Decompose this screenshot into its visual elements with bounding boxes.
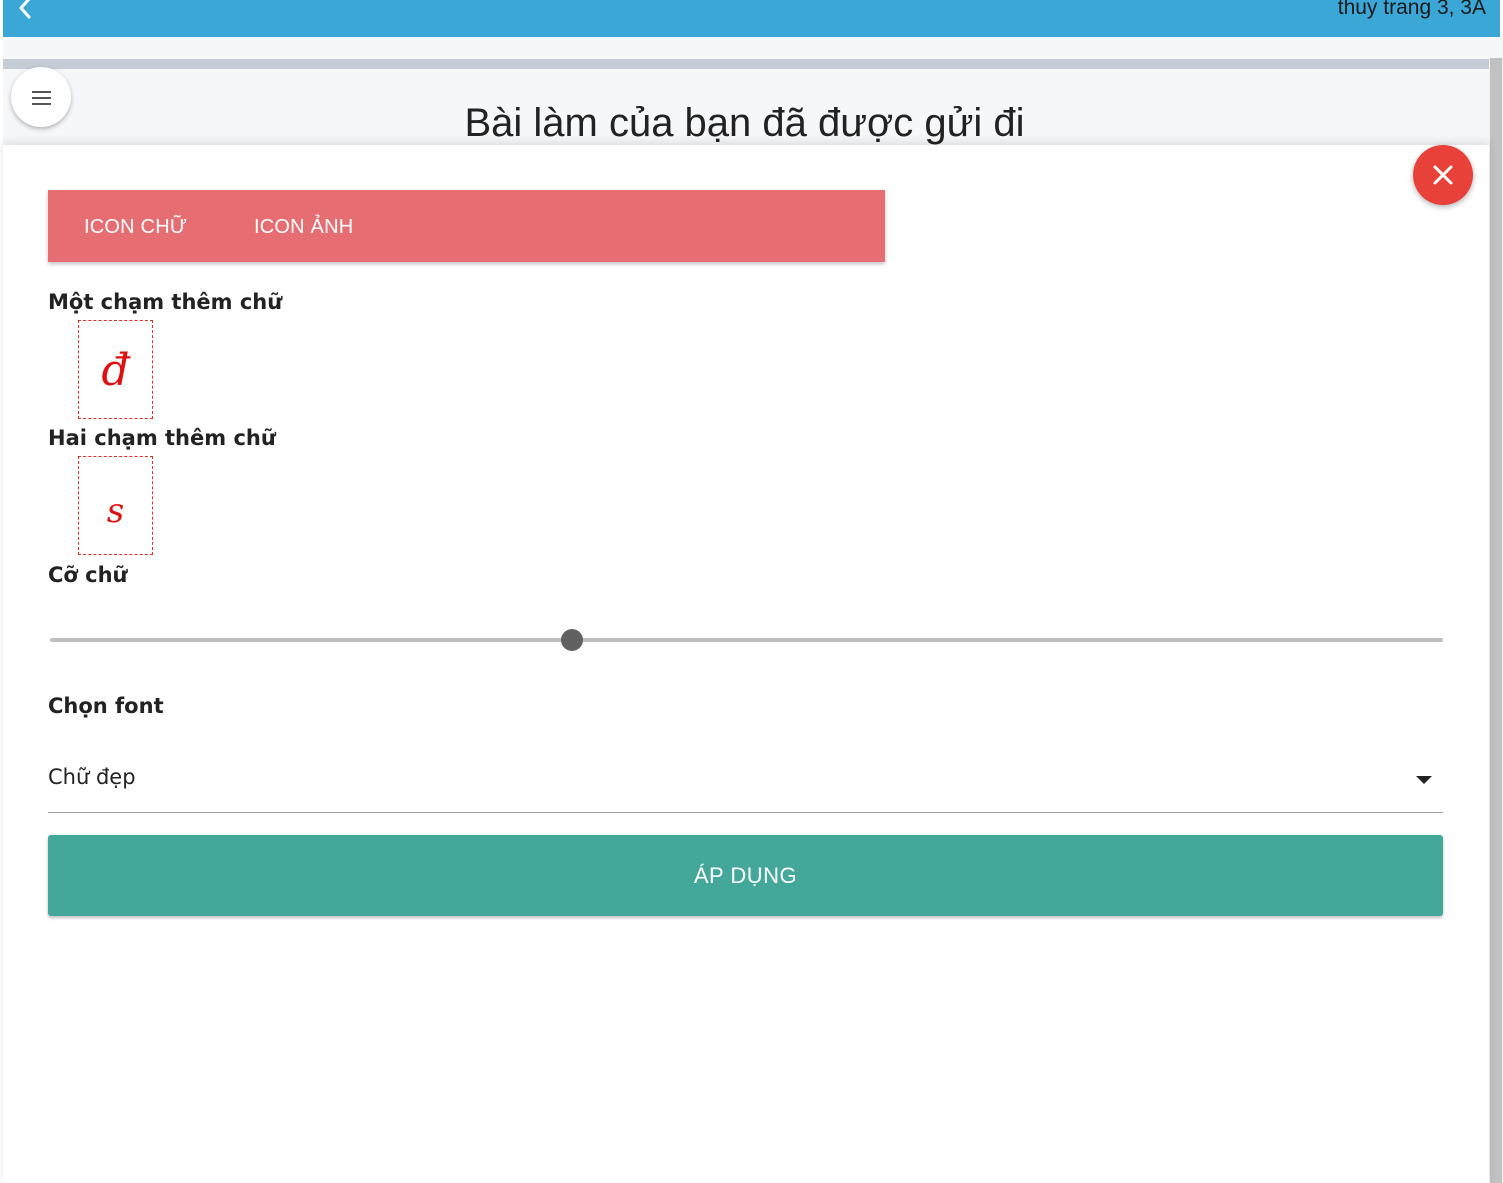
slider-track [50,638,1443,642]
apply-button[interactable]: ÁP DỤNG [48,835,1443,916]
menu-button[interactable] [11,67,71,127]
tab-icon-image[interactable]: ICON ẢNH [254,190,353,262]
slider-thumb[interactable] [561,629,583,651]
user-label: thuy trang 3, 3A [1337,0,1486,19]
font-size-slider[interactable] [50,626,1443,656]
page-header-divider [3,59,1489,69]
tab-icon-text[interactable]: ICON CHỮ [84,190,187,262]
font-size-label: Cỡ chữ [48,563,128,587]
font-select-value: Chữ đẹp [48,765,136,789]
two-touch-glyph: s [106,491,125,531]
icon-tabs: ICON CHỮ ICON ẢNH [48,190,885,262]
chevron-left-icon[interactable] [17,0,35,19]
two-touch-label: Hai chạm thêm chữ [48,426,276,450]
caret-down-icon [1416,776,1432,784]
top-app-bar: thuy trang 3, 3A [3,0,1500,37]
close-sheet-button[interactable] [1413,145,1473,205]
font-select[interactable]: Chữ đẹp [48,752,1443,813]
scrollbar-thumb[interactable] [1490,58,1502,1183]
page-title: Bài làm của bạn đã được gửi đi [464,101,1025,145]
one-touch-glyph: đ [101,345,130,396]
app-root: thuy trang 3, 3A Bài làm của bạn đã được… [0,0,1503,1183]
two-touch-glyph-box[interactable]: s [78,456,153,555]
one-touch-glyph-box[interactable]: đ [78,320,153,419]
one-touch-label: Một chạm thêm chữ [48,290,283,314]
close-icon [1433,165,1453,185]
font-select-label: Chọn font [48,694,164,718]
hamburger-menu-icon [32,91,51,109]
